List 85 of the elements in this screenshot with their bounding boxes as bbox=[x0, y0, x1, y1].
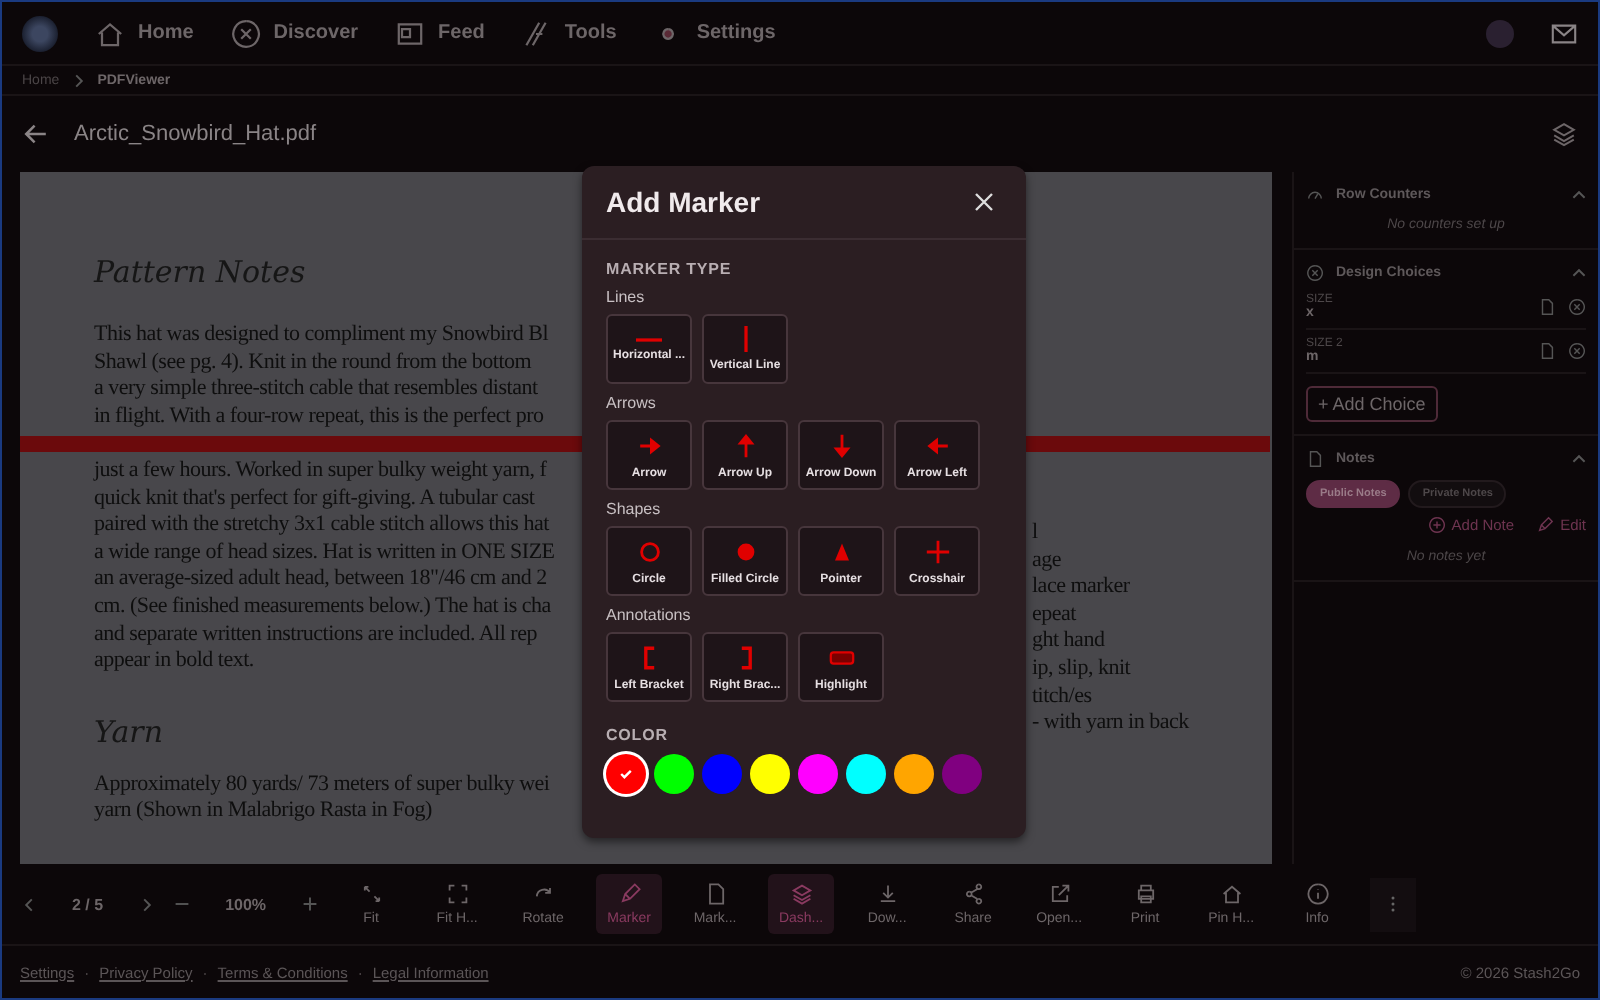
previous-page-icon[interactable] bbox=[22, 897, 36, 911]
chevron-icon bbox=[71, 73, 86, 87]
horizontal-line-icon bbox=[636, 337, 662, 341]
group-title: Shapes bbox=[606, 500, 663, 518]
next-page-icon[interactable] bbox=[139, 897, 154, 911]
document-text-line: age bbox=[1032, 547, 1064, 575]
page-indicator: 2 / 5 bbox=[70, 895, 106, 913]
color-swatch[interactable] bbox=[654, 754, 694, 794]
pencil-icon[interactable] bbox=[1536, 516, 1555, 534]
document-text-line: titch/es bbox=[1032, 683, 1094, 711]
document-text-line: a very simple three-stitch cable that resembles distant bbox=[94, 376, 540, 404]
circle-icon bbox=[635, 537, 663, 565]
document-text-line: quick knit that's perfect for gift-giving. A tubular cast bbox=[94, 485, 537, 513]
close-icon[interactable] bbox=[974, 192, 994, 212]
document-icon[interactable] bbox=[1538, 298, 1556, 316]
nav-link[interactable]: Home bbox=[94, 17, 194, 49]
dialog-title: Add Marker bbox=[606, 186, 761, 218]
document-text-line: l bbox=[1032, 520, 1040, 548]
document-text-line: paired with the stretchy 3x1 cable stitch allows this hat bbox=[94, 512, 552, 540]
document-text-line: - with yarn in back bbox=[1032, 710, 1189, 738]
back-arrow-icon[interactable] bbox=[22, 120, 50, 148]
house-icon bbox=[94, 17, 126, 49]
remove-icon[interactable] bbox=[1568, 298, 1586, 316]
collapse-icon[interactable] bbox=[1572, 451, 1586, 465]
section-label: MARKER TYPE bbox=[606, 260, 734, 278]
logo-icon[interactable] bbox=[22, 15, 58, 51]
document-text-line: Shawl (see pg. 4). Knit in the round from the bottom bbox=[94, 349, 534, 377]
document-text-line: in flight. With a four-row repeat, this is the perfect pro bbox=[94, 403, 546, 431]
mail-icon[interactable] bbox=[1550, 19, 1578, 47]
document-text-line: appear in bold text. bbox=[94, 648, 256, 676]
nav-link[interactable]: Feed bbox=[394, 17, 485, 49]
document-text-line: Approximately 80 yards/ 73 meters of super bulky wei bbox=[94, 771, 552, 799]
group-title: Arrows bbox=[606, 394, 658, 412]
document-text-line: a wide range of head sizes. Hat is written in ONE SIZE bbox=[94, 539, 557, 567]
nav-link[interactable]: Discover bbox=[229, 17, 359, 49]
color-swatch[interactable] bbox=[606, 754, 646, 794]
vertical-line-icon bbox=[743, 326, 747, 352]
document-icon bbox=[703, 882, 728, 906]
zoom-in-icon[interactable] bbox=[302, 896, 319, 912]
document-text-line: and separate written instructions are included. All rep bbox=[94, 621, 539, 649]
expand-icon bbox=[445, 882, 470, 906]
layers-icon[interactable] bbox=[1550, 120, 1578, 148]
document-text-line: cm. (See finished measurements below.) The hat is cha bbox=[94, 593, 553, 622]
window-icon bbox=[394, 17, 427, 49]
group-title: Lines bbox=[606, 288, 647, 306]
check-icon bbox=[618, 766, 634, 782]
document-text-line: yarn (Shown in Malabrigo Rasta in Fog) bbox=[94, 798, 434, 826]
layers-icon bbox=[789, 882, 814, 906]
collapse-icon[interactable] bbox=[1572, 187, 1586, 201]
document-icon bbox=[1306, 449, 1324, 467]
document-text-line: This hat was designed to compliment my Snowbird Bl bbox=[94, 322, 551, 350]
document-text-line: ip, slip, knit bbox=[1032, 655, 1133, 684]
document-text-line: just a few hours. Worked in super bulky weight yarn, f bbox=[94, 457, 549, 486]
color-swatch[interactable] bbox=[750, 754, 790, 794]
printer-icon bbox=[1133, 882, 1158, 906]
color-swatch[interactable] bbox=[798, 754, 838, 794]
section-label: COLOR bbox=[606, 726, 670, 744]
remove-icon[interactable] bbox=[1568, 342, 1586, 360]
circle-x-icon bbox=[1306, 263, 1324, 281]
color-swatch[interactable] bbox=[942, 754, 982, 794]
file-title: Arctic_Snowbird_Hat.pdf bbox=[74, 122, 317, 146]
collapse-icon[interactable] bbox=[1572, 265, 1586, 279]
download-icon bbox=[875, 882, 900, 906]
document-text-line: ght hand bbox=[1032, 628, 1107, 656]
fit-icon bbox=[359, 882, 384, 906]
document-text-line: an average-sized adult head, between 18"/46 cm and 2 bbox=[94, 566, 549, 594]
color-swatch[interactable] bbox=[846, 754, 886, 794]
group-title: Annotations bbox=[606, 606, 693, 624]
crosshair-icon bbox=[923, 537, 951, 565]
color-swatch[interactable] bbox=[894, 754, 934, 794]
document-text-line: epeat bbox=[1032, 601, 1079, 629]
zoom-level: 100% bbox=[223, 895, 269, 913]
nav-link[interactable]: Tools bbox=[520, 17, 617, 49]
color-swatch[interactable] bbox=[702, 754, 742, 794]
add-choice-button[interactable]: + Add Choice bbox=[1306, 386, 1438, 422]
more-icon bbox=[1390, 893, 1397, 913]
circle-x-icon bbox=[229, 17, 262, 49]
pencil-icon bbox=[617, 882, 642, 906]
nav-link[interactable]: Settings bbox=[652, 17, 776, 49]
document-text-line: lace marker bbox=[1032, 574, 1132, 602]
info-icon bbox=[1305, 882, 1330, 906]
document-icon[interactable] bbox=[1538, 342, 1556, 360]
external-link-icon bbox=[1047, 882, 1072, 906]
house-icon bbox=[1219, 882, 1244, 906]
share-icon bbox=[961, 882, 986, 906]
